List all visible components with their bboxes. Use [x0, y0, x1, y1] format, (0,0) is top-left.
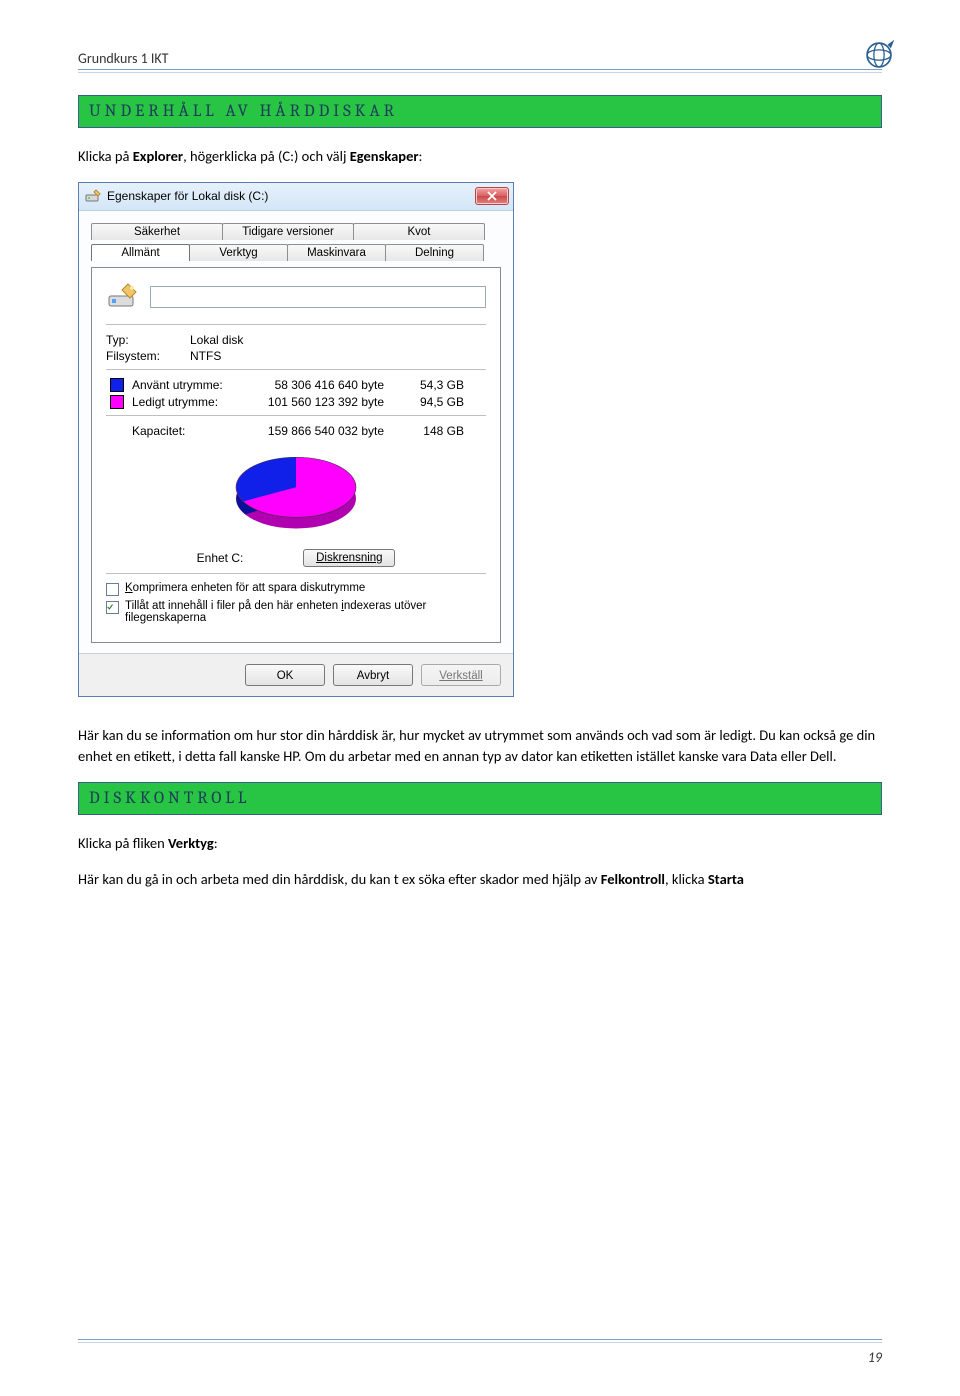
free-label: Ledigt utrymme: [132, 395, 254, 409]
disk-properties-dialog: Egenskaper för Lokal disk (C:) SäkerhetT… [78, 182, 514, 697]
enhet-label: Enhet C: [197, 551, 244, 565]
tab-delning[interactable]: Delning [385, 244, 484, 261]
drive-icon [106, 280, 140, 314]
capacity-bytes: 159 866 540 032 byte [254, 424, 404, 438]
used-label: Använt utrymme: [132, 378, 254, 392]
tab-verktyg[interactable]: Verktyg [189, 244, 288, 261]
ok-button[interactable]: OK [245, 664, 325, 686]
description-paragraph: Här kan du se information om hur stor di… [78, 725, 882, 769]
page-number: 19 [868, 1349, 882, 1366]
type-label: Typ: [106, 333, 190, 347]
capacity-gb: 148 GB [404, 424, 464, 438]
drive-properties-icon [85, 188, 101, 204]
tab-maskinvara[interactable]: Maskinvara [287, 244, 386, 261]
used-color-swatch [110, 378, 124, 392]
tab-allmant[interactable]: Allmänt [91, 244, 190, 261]
tab-kvot[interactable]: Kvot [353, 223, 485, 240]
used-bytes: 58 306 416 640 byte [254, 378, 404, 392]
diskkontroll-line2: Här kan du gå in och arbeta med din hård… [78, 869, 882, 891]
filesystem-label: Filsystem: [106, 349, 190, 363]
globe-logo-icon [862, 38, 896, 72]
volume-label-input[interactable] [150, 286, 486, 308]
index-label: Tillåt att innehåll i filer på den här e… [125, 600, 465, 624]
course-title: Grundkurs 1 IKT [78, 50, 169, 67]
diskkontroll-line1: Klicka på fliken Verktyg: [78, 833, 882, 855]
index-checkbox[interactable] [106, 601, 119, 614]
tab-sakerhet[interactable]: Säkerhet [91, 223, 223, 240]
free-color-swatch [110, 395, 124, 409]
tab-panel-allmant: Typ:Lokal disk Filsystem:NTFS Använt utr… [91, 267, 501, 643]
disk-usage-pie-chart [221, 446, 371, 541]
filesystem-value: NTFS [190, 349, 290, 363]
capacity-label: Kapacitet: [132, 424, 254, 438]
verkstall-button[interactable]: Verkställ [421, 664, 501, 686]
used-gb: 54,3 GB [404, 378, 464, 392]
compress-label: Komprimera enheten för att spara diskutr… [125, 582, 365, 594]
diskrensning-button[interactable]: Diskrensning [303, 549, 395, 567]
free-bytes: 101 560 123 392 byte [254, 395, 404, 409]
section-heading-underhall: UNDERHÅLL AV HÅRDDISKAR [78, 95, 882, 128]
compress-checkbox[interactable] [106, 583, 119, 596]
type-value: Lokal disk [190, 333, 290, 347]
dialog-title: Egenskaper för Lokal disk (C:) [107, 189, 475, 203]
tab-tidigare-versioner[interactable]: Tidigare versioner [222, 223, 354, 240]
close-button[interactable] [475, 187, 509, 205]
intro-paragraph: Klicka på Explorer, högerklicka på (C:) … [78, 146, 882, 168]
avbryt-button[interactable]: Avbryt [333, 664, 413, 686]
section-heading-diskkontroll: DISKKONTROLL [78, 782, 882, 815]
free-gb: 94,5 GB [404, 395, 464, 409]
